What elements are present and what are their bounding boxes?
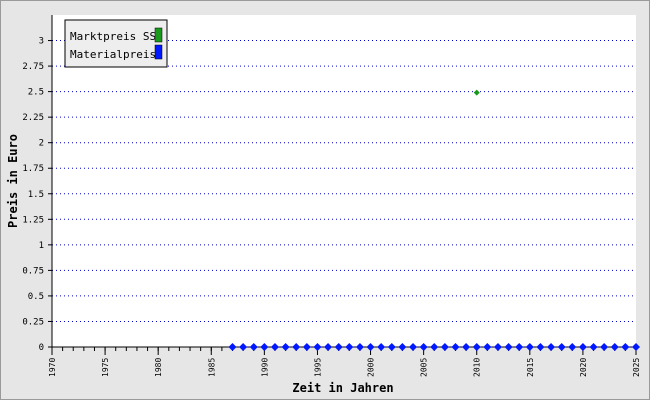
y-tick-label: 0 xyxy=(39,343,44,353)
x-axis-ticks: 1970 1975 1980 1985 1990 1995 2000 2005 2010 2015… xyxy=(48,347,641,377)
legend-label-materialpreis: Materialpreis xyxy=(70,48,156,61)
y-tick-label: 1.5 xyxy=(28,190,44,200)
price-chart: 0 0.25 0.5 0.75 1 1.25 1.5 1.75 2 2.25 2.5 2.75 3 19… xyxy=(6,15,641,395)
y-tick-label: 0.5 xyxy=(28,292,44,302)
x-tick-label: 1985 xyxy=(207,358,216,377)
x-tick-label: 1980 xyxy=(154,358,163,377)
x-tick-label: 1975 xyxy=(101,358,110,377)
x-tick-label: 2020 xyxy=(579,358,588,377)
y-tick-label: 0.25 xyxy=(22,317,44,327)
y-axis-label: Preis in Euro xyxy=(6,134,20,228)
y-tick-label: 2 xyxy=(39,139,44,149)
y-tick-label: 1.75 xyxy=(22,164,44,174)
y-tick-label: 0.75 xyxy=(22,266,44,276)
legend-swatch-marktpreis xyxy=(154,27,163,43)
y-tick-label: 2.5 xyxy=(28,88,44,98)
y-tick-label: 1 xyxy=(39,241,44,251)
y-tick-label: 1.25 xyxy=(22,215,44,225)
x-tick-label: 2010 xyxy=(473,358,482,377)
y-tick-label: 3 xyxy=(39,37,44,47)
x-tick-label: 2000 xyxy=(367,358,376,377)
x-tick-label: 2025 xyxy=(632,358,641,377)
x-tick-label: 1995 xyxy=(313,358,322,377)
x-tick-label: 1990 xyxy=(260,358,269,377)
x-axis-label: Zeit in Jahren xyxy=(292,381,393,395)
y-tick-label: 2.75 xyxy=(22,62,44,72)
legend-swatch-materialpreis xyxy=(154,44,163,60)
legend-label-marktpreis: Marktpreis SS xyxy=(70,30,156,43)
y-axis-ticks: 0 0.25 0.5 0.75 1 1.25 1.5 1.75 2 2.25 2.5 2.75 3 xyxy=(22,37,52,353)
y-tick-label: 2.25 xyxy=(22,113,44,123)
x-tick-label: 2015 xyxy=(526,358,535,377)
x-tick-label: 1970 xyxy=(48,358,57,377)
legend: Marktpreis SS Materialpreis xyxy=(64,19,168,68)
x-tick-label: 2005 xyxy=(420,358,429,377)
